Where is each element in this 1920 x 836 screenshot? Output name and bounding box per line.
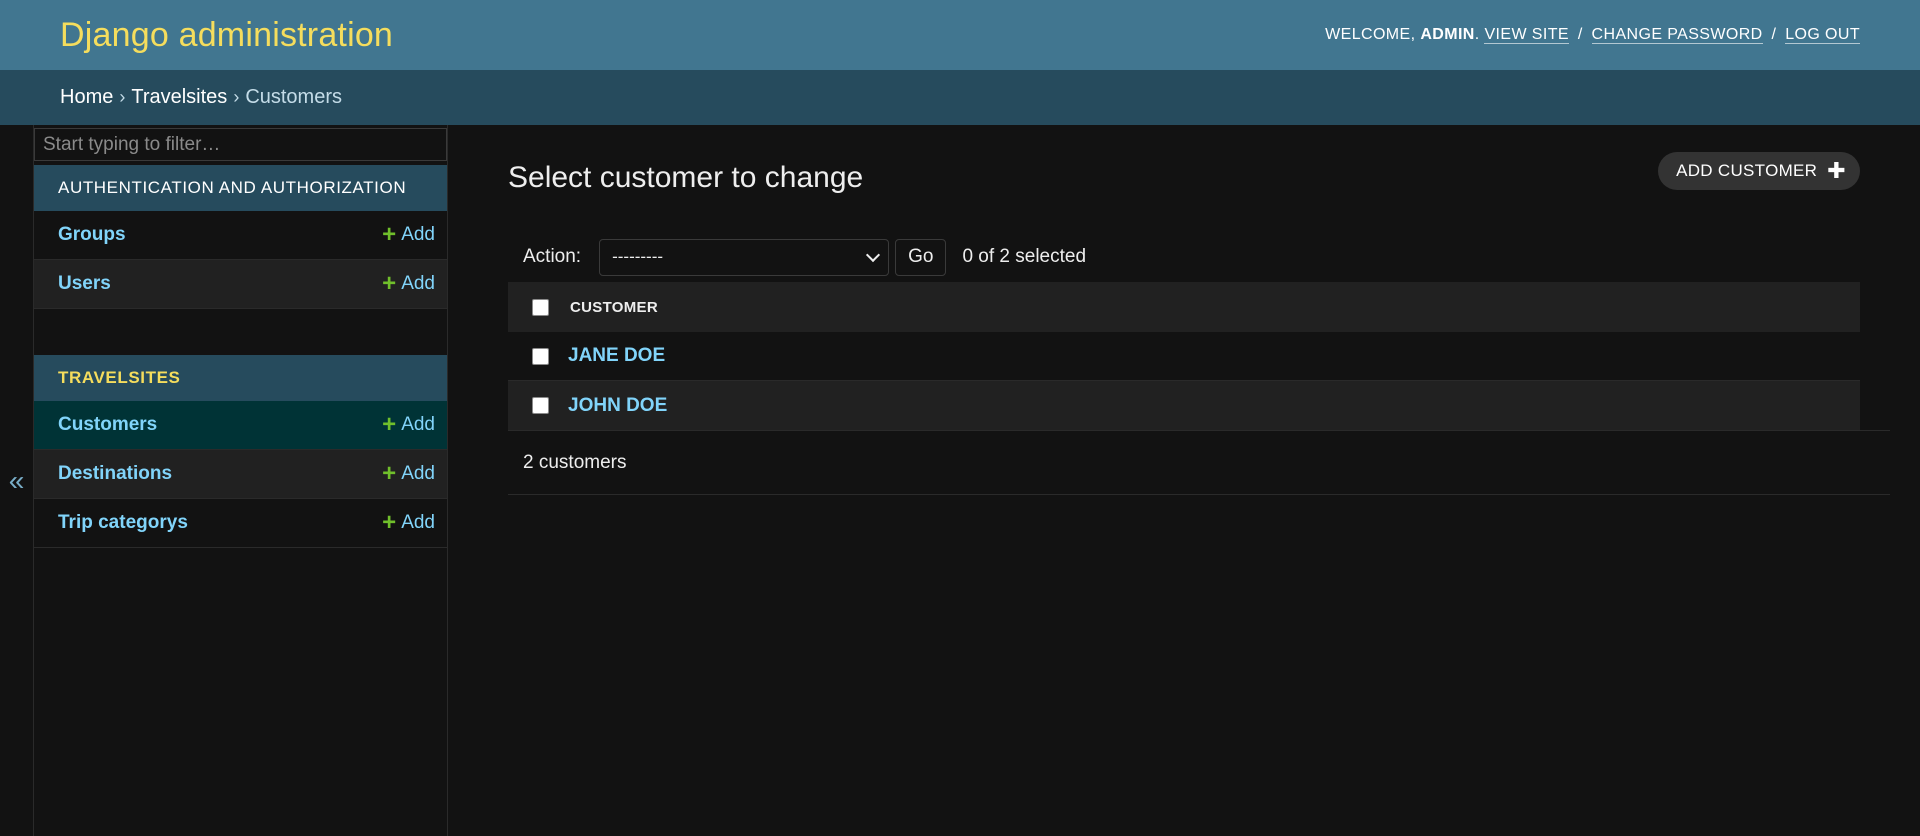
add-users-link[interactable]: + Add: [382, 272, 435, 296]
add-groups-link[interactable]: + Add: [382, 223, 435, 247]
sidebar-item-label[interactable]: Trip categorys: [58, 512, 188, 534]
paginator: 2 customers: [508, 431, 1890, 495]
table-header: Customer: [508, 282, 1860, 332]
row-checkbox[interactable]: [531, 347, 549, 365]
column-header-customer[interactable]: Customer: [570, 299, 658, 316]
nav-sidebar: Authentication and Authorization Groups …: [34, 125, 448, 836]
plus-icon: ✚: [1827, 158, 1846, 183]
chevron-down-icon: [866, 247, 881, 263]
welcome-text: Welcome,: [1325, 26, 1416, 43]
sidebar-item-groups: Groups + Add: [34, 211, 447, 260]
add-destinations-link[interactable]: + Add: [382, 462, 435, 486]
sidebar-item-label[interactable]: Customers: [58, 414, 157, 436]
result-list: Customer Jane Doe John Doe: [508, 282, 1890, 431]
sidebar-item-label[interactable]: Groups: [58, 224, 126, 246]
sidebar-item-label[interactable]: Users: [58, 273, 111, 295]
row-link-customer[interactable]: John Doe: [568, 395, 667, 417]
plus-icon: +: [382, 221, 397, 248]
breadcrumb-home[interactable]: Home: [60, 86, 113, 109]
divider: [508, 430, 1890, 431]
breadcrumb-current: Customers: [245, 86, 343, 108]
log-out-link[interactable]: Log out: [1785, 26, 1860, 44]
breadcrumb-separator: ›: [119, 87, 126, 107]
breadcrumb-separator: ›: [233, 87, 240, 107]
action-selected-value: ---------: [612, 247, 664, 266]
double-chevron-left-icon: «: [8, 464, 25, 496]
module-caption-auth[interactable]: Authentication and Authorization: [34, 165, 447, 211]
site-title[interactable]: Django administration: [60, 16, 393, 55]
change-password-link[interactable]: Change password: [1591, 26, 1763, 44]
breadcrumb-app[interactable]: Travelsites: [131, 86, 227, 109]
add-trip-categorys-link[interactable]: + Add: [382, 511, 435, 535]
sidebar-item-label[interactable]: Destinations: [58, 463, 172, 485]
select-all-checkbox[interactable]: [531, 298, 549, 316]
add-customers-link[interactable]: + Add: [382, 413, 435, 437]
sidebar-item-customers: Customers + Add: [34, 401, 447, 450]
action-select[interactable]: ---------: [599, 238, 890, 276]
sidebar-item-trip-categorys: Trip categorys + Add: [34, 499, 447, 548]
action-label: Action:: [523, 246, 582, 267]
header: Django administration Welcome, admin. Vi…: [0, 0, 1920, 70]
user-tools: Welcome, admin. View site / Change passw…: [1325, 26, 1860, 44]
table-row: Jane Doe: [508, 332, 1860, 381]
row-link-customer[interactable]: Jane Doe: [568, 345, 665, 367]
plus-icon: +: [382, 270, 397, 297]
nav-filter-input[interactable]: [34, 128, 447, 161]
go-button[interactable]: Go: [895, 238, 947, 276]
row-checkbox[interactable]: [531, 397, 549, 414]
selection-count: 0 of 2 selected: [962, 246, 1087, 267]
toggle-nav-sidebar-button[interactable]: «: [0, 125, 34, 836]
plus-icon: +: [382, 509, 397, 536]
content: Select customer to change Add customer ✚…: [448, 125, 1920, 836]
username: admin: [1420, 26, 1475, 43]
breadcrumb: Home › Travelsites › Customers: [0, 70, 1920, 125]
main: « Authentication and Authorization Group…: [0, 125, 1920, 836]
add-customer-label: Add customer: [1676, 161, 1818, 180]
view-site-link[interactable]: View site: [1484, 26, 1569, 44]
sidebar-item-users: Users + Add: [34, 260, 447, 309]
sidebar-item-destinations: Destinations + Add: [34, 450, 447, 499]
plus-icon: +: [382, 411, 397, 438]
table-row: John Doe: [508, 381, 1860, 430]
module-caption-travelsites[interactable]: Travelsites: [34, 355, 447, 401]
actions-bar: Action: --------- Go 0 of 2 selected: [508, 232, 1890, 282]
add-customer-button[interactable]: Add customer ✚: [1658, 152, 1860, 190]
plus-icon: +: [382, 460, 397, 487]
